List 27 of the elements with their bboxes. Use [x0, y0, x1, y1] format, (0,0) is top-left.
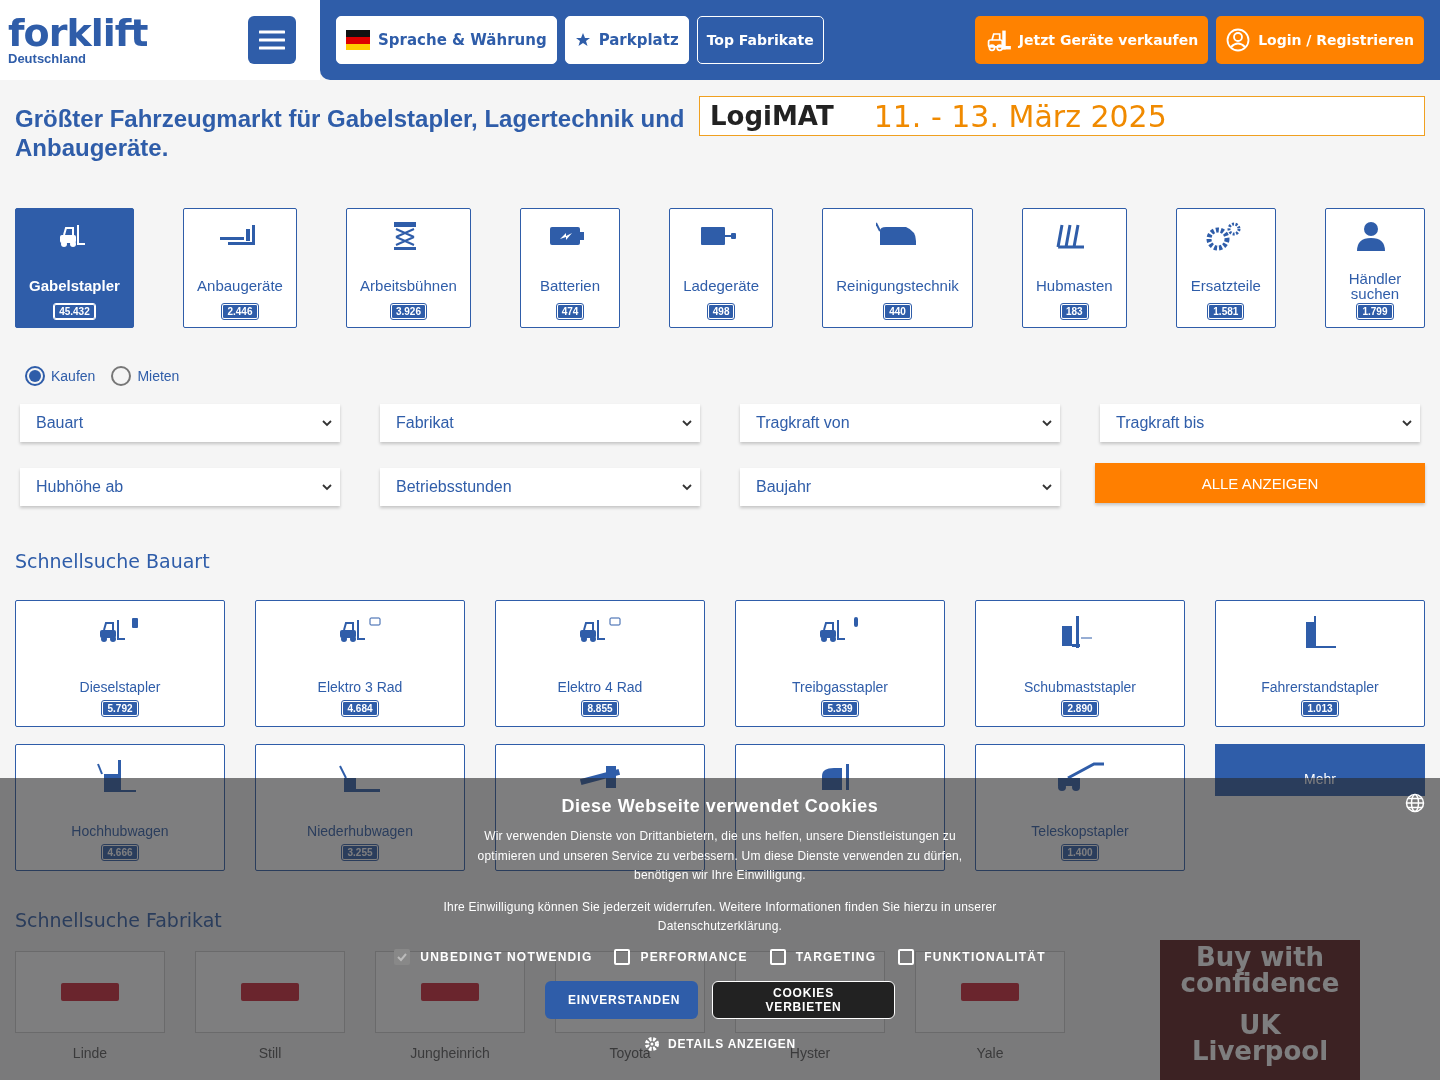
count-badge: 3.255: [342, 845, 378, 860]
count-badge: 474: [556, 304, 584, 319]
ad-headline: Buy with confidence: [1179, 944, 1341, 996]
count-badge: 440: [884, 304, 911, 319]
count-badge: 3.926: [390, 304, 426, 319]
count-badge: 8.855: [582, 701, 618, 716]
banner-dates: 11. - 13. März 2025: [873, 98, 1167, 134]
cookie-note: Ihre Einwilligung können Sie jederzeit widerrufen. Weitere Informationen finden Sie hierzu in unserer Datenschutzerklärung.: [442, 898, 998, 935]
count-badge: 4.684: [342, 701, 378, 716]
count-badge: 2.446: [222, 304, 258, 319]
ad-location: UK Liverpool: [1190, 1012, 1330, 1064]
count-badge: 1.799: [1357, 304, 1393, 319]
count-badge: 1.013: [1302, 701, 1338, 716]
count-badge: 4.666: [102, 845, 138, 860]
section-title: Schnellsuche Fabrikat: [15, 909, 222, 931]
count-badge: 5.792: [102, 701, 138, 716]
page-headline: Größter Fahrzeugmarkt für Gabelstapler, Lagertechnik und Anbaugeräte.: [15, 104, 685, 162]
country-label: Deutschland: [8, 52, 87, 66]
count-badge: 45.432: [54, 304, 95, 319]
count-badge: 2.890: [1062, 701, 1098, 716]
count-badge: 498: [707, 304, 735, 319]
count-badge: 1.400: [1062, 845, 1098, 860]
count-badge: 5.339: [822, 701, 858, 716]
count-badge: 1.581: [1208, 304, 1244, 319]
banner-brand: LogiMAT: [710, 100, 834, 133]
count-badge: 183: [1060, 304, 1088, 319]
section-title: Schnellsuche Bauart: [15, 550, 210, 572]
